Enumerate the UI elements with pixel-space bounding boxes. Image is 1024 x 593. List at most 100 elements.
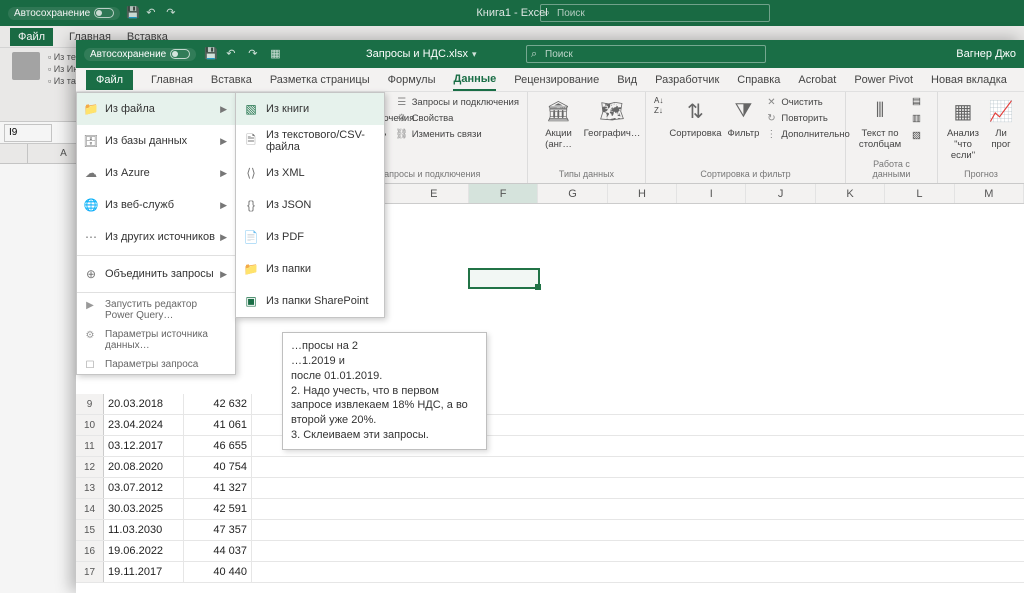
tab-data[interactable]: Данные (453, 69, 496, 91)
row-header[interactable]: 11 (76, 436, 104, 456)
table-row[interactable]: 1619.06.202244 037 (76, 541, 1024, 562)
user-name[interactable]: Вагнер Джо (956, 48, 1016, 60)
table-row[interactable]: 920.03.201842 632 (76, 394, 1024, 415)
clear-filter-button[interactable]: ✕Очистить (765, 96, 849, 108)
stocks-datatype-button[interactable]: 🏛Акции (анг… (536, 96, 581, 150)
tab-view[interactable]: Вид (617, 70, 637, 90)
menu-launch-pq[interactable]: ▶Запустить редактор Power Query… (77, 295, 235, 325)
menu-from-file[interactable]: 📁Из файла▶ (77, 93, 235, 125)
cell[interactable]: 19.06.2022 (104, 541, 184, 561)
row-header[interactable]: 17 (76, 562, 104, 582)
name-box-back[interactable]: I9 (4, 124, 52, 142)
flash-fill-button[interactable]: ▤ (912, 96, 921, 107)
submenu-from-folder[interactable]: 📁Из папки (236, 253, 384, 285)
cell[interactable]: 40 440 (184, 562, 252, 582)
row-header[interactable]: 10 (76, 415, 104, 435)
cell[interactable]: 42 632 (184, 394, 252, 414)
search-box[interactable]: Поиск (526, 45, 766, 63)
sort-button[interactable]: ⇅Сортировка (669, 96, 721, 139)
tab-home[interactable]: Главная (151, 70, 193, 90)
cell[interactable]: 11.03.2030 (104, 520, 184, 540)
table-row[interactable]: 1220.08.202040 754 (76, 457, 1024, 478)
submenu-from-sharepoint[interactable]: ▣Из папки SharePoint (236, 285, 384, 317)
tab-new[interactable]: Новая вкладка (931, 70, 1007, 90)
cell[interactable]: 42 591 (184, 499, 252, 519)
tab-insert[interactable]: Вставка (211, 70, 252, 90)
col-header[interactable]: G (538, 184, 607, 203)
autosave-toggle-back[interactable]: Автосохранение (8, 7, 120, 20)
cell[interactable]: 40 754 (184, 457, 252, 477)
back-search-box[interactable]: Поиск (540, 4, 770, 22)
submenu-from-json[interactable]: {}Из JSON (236, 189, 384, 221)
cell[interactable]: 47 357 (184, 520, 252, 540)
col-header[interactable]: E (400, 184, 469, 203)
properties-button[interactable]: ⚙Свойства (396, 112, 519, 124)
col-header[interactable]: L (885, 184, 954, 203)
reapply-button[interactable]: ↻Повторить (765, 112, 849, 124)
col-header[interactable]: M (955, 184, 1024, 203)
document-title[interactable]: Запросы и НДС.xlsx (366, 48, 477, 60)
cell[interactable]: 41 327 (184, 478, 252, 498)
cell[interactable]: 30.03.2025 (104, 499, 184, 519)
table-row[interactable]: 1719.11.201740 440 (76, 562, 1024, 583)
forecast-sheet-button[interactable]: 📈Ли прог (986, 96, 1016, 150)
redo-icon[interactable]: ↷ (248, 47, 262, 61)
tab-formulas[interactable]: Формулы (388, 70, 436, 90)
menu-from-webservices[interactable]: 🌐Из веб-служб▶ (77, 189, 235, 221)
tab-developer[interactable]: Разработчик (655, 70, 719, 90)
col-header[interactable]: J (746, 184, 815, 203)
cell[interactable]: 20.03.2018 (104, 394, 184, 414)
col-header[interactable]: H (608, 184, 677, 203)
cell[interactable]: 23.04.2024 (104, 415, 184, 435)
advanced-button[interactable]: ⋮Дополнительно (765, 128, 849, 140)
submenu-from-csv[interactable]: 🗎Из текстового/CSV-файла (236, 125, 384, 157)
row-header[interactable]: 12 (76, 457, 104, 477)
save-icon[interactable]: 💾 (126, 6, 140, 20)
menu-from-other[interactable]: ⋯Из других источников▶ (77, 221, 235, 253)
tab-acrobat[interactable]: Acrobat (798, 70, 836, 90)
menu-from-azure[interactable]: ☁Из Azure▶ (77, 157, 235, 189)
sort-za-button[interactable]: Z↓ (654, 106, 663, 115)
menu-source-settings[interactable]: ⚙Параметры источника данных… (77, 325, 235, 355)
queries-conn-button[interactable]: ☰Запросы и подключения (396, 96, 519, 108)
undo-icon[interactable]: ↶ (146, 6, 160, 20)
table-row[interactable]: 1303.07.201241 327 (76, 478, 1024, 499)
data-valid-button[interactable]: ▧ (912, 130, 921, 141)
tab-powerpivot[interactable]: Power Pivot (854, 70, 913, 90)
get-data-button-back[interactable] (8, 52, 44, 106)
redo-icon[interactable]: ↷ (166, 6, 180, 20)
qat-icon[interactable]: ▦ (270, 47, 284, 61)
undo-icon[interactable]: ↶ (226, 47, 240, 61)
geography-datatype-button[interactable]: 🗺Географич… (587, 96, 637, 139)
remove-dup-button[interactable]: ▥ (912, 113, 921, 124)
row-header[interactable]: 15 (76, 520, 104, 540)
whatif-button[interactable]: ▦Анализ "что если" (946, 96, 980, 161)
submenu-from-xml[interactable]: ⟨⟩Из XML (236, 157, 384, 189)
row-header[interactable]: 14 (76, 499, 104, 519)
cell[interactable]: 41 061 (184, 415, 252, 435)
save-icon[interactable]: 💾 (204, 47, 218, 61)
tab-page-layout[interactable]: Разметка страницы (270, 70, 370, 90)
col-header[interactable]: F (469, 184, 538, 203)
table-row[interactable]: 1023.04.202441 061 (76, 415, 1024, 436)
table-row[interactable]: 1511.03.203047 357 (76, 520, 1024, 541)
row-header[interactable]: 9 (76, 394, 104, 414)
cell[interactable]: 03.07.2012 (104, 478, 184, 498)
menu-combine-queries[interactable]: ⊕Объединить запросы▶ (77, 258, 235, 290)
table-row[interactable]: 1430.03.202542 591 (76, 499, 1024, 520)
menu-from-database[interactable]: 🗄Из базы данных▶ (77, 125, 235, 157)
submenu-from-pdf[interactable]: 📄Из PDF (236, 221, 384, 253)
row-header[interactable]: 13 (76, 478, 104, 498)
submenu-from-workbook[interactable]: ▧Из книги (236, 93, 384, 125)
autosave-toggle[interactable]: Автосохранение (84, 48, 196, 61)
cell[interactable]: 20.08.2020 (104, 457, 184, 477)
table-row[interactable]: 1103.12.201746 655 (76, 436, 1024, 457)
edit-links-button[interactable]: ⛓Изменить связи (396, 128, 519, 140)
text-to-columns-button[interactable]: ⫴Текст по столбцам (854, 96, 906, 150)
menu-query-options[interactable]: ☐Параметры запроса (77, 355, 235, 374)
sort-az-button[interactable]: A↓ (654, 96, 663, 105)
tab-file[interactable]: Файл (86, 70, 133, 90)
tab-help[interactable]: Справка (737, 70, 780, 90)
filter-button[interactable]: ⧩Фильтр (727, 96, 759, 139)
cell[interactable]: 03.12.2017 (104, 436, 184, 456)
